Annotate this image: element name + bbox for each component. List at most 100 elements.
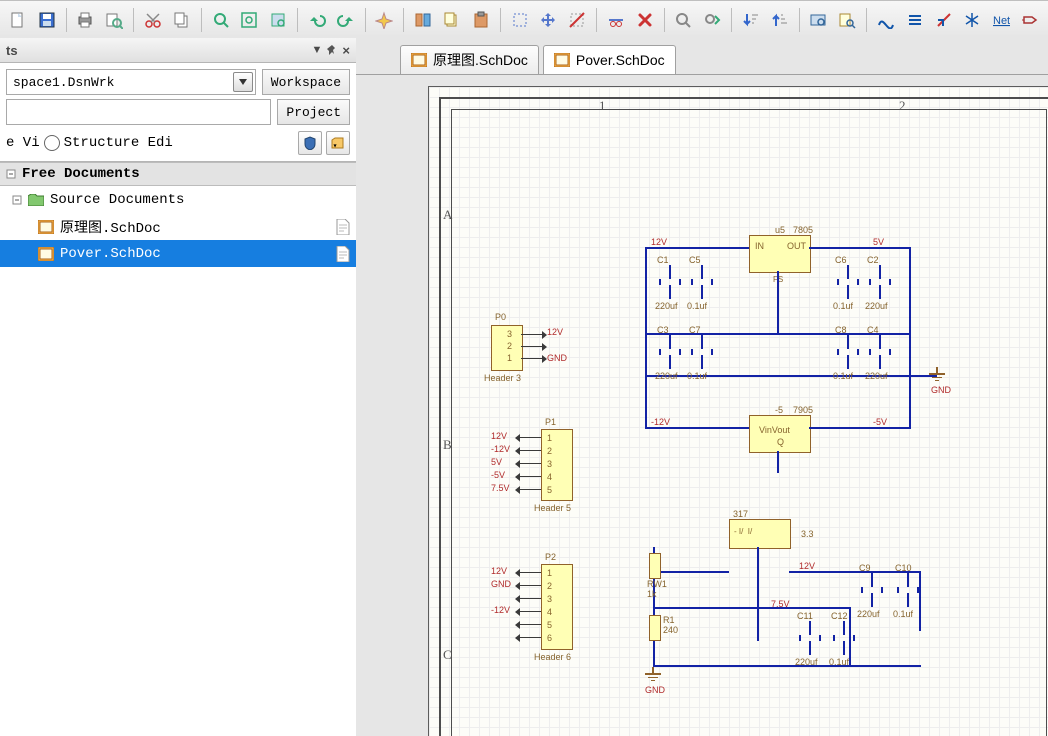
header6 <box>541 564 573 650</box>
part-val: 220uf <box>655 371 678 381</box>
capacitor <box>833 635 855 641</box>
net-label: 7.5V <box>771 599 790 609</box>
reg-7805 <box>749 235 811 273</box>
project-tree: Free Documents Source Documents 原理图.SchD… <box>0 162 356 736</box>
ref: C8 <box>835 325 847 335</box>
wire-icon[interactable] <box>872 6 900 34</box>
pin-num: 3 <box>507 329 512 339</box>
preview-icon[interactable] <box>100 6 128 34</box>
find-next-icon[interactable] <box>698 6 726 34</box>
cut-wire-icon[interactable] <box>602 6 630 34</box>
net-label: 5V <box>491 457 502 467</box>
save-icon[interactable] <box>33 6 61 34</box>
cross-probe-icon[interactable] <box>371 6 399 34</box>
pin-num: 3 <box>547 459 552 469</box>
project-combo[interactable] <box>6 99 271 125</box>
schdoc-icon <box>411 53 427 67</box>
view-label-b: Structure Edi <box>64 135 173 151</box>
part-val: 220uf <box>857 609 880 619</box>
ref: C3 <box>657 325 669 335</box>
row-label: A <box>443 207 452 223</box>
col-label: 2 <box>899 98 906 114</box>
capacitor <box>837 349 859 355</box>
zoom-area-icon[interactable] <box>207 6 235 34</box>
tree-folder[interactable]: Source Documents <box>0 186 356 213</box>
capacitor <box>897 587 919 593</box>
document-tab[interactable]: 原理图.SchDoc <box>400 45 539 74</box>
pin-num: 2 <box>547 581 552 591</box>
ref: u5 <box>775 225 785 235</box>
part-name: Header 5 <box>534 503 571 513</box>
search-sch-icon[interactable] <box>833 6 861 34</box>
panel-menu-icon[interactable]: ▼ <box>312 44 323 56</box>
panel-title-text: ts <box>6 43 18 58</box>
document-tab[interactable]: Pover.SchDoc <box>543 45 676 74</box>
cut-icon[interactable] <box>139 6 167 34</box>
capacitor <box>869 349 891 355</box>
library-icon[interactable] <box>409 6 437 34</box>
ref: P1 <box>545 417 556 427</box>
capacitor <box>691 279 713 285</box>
tree-item[interactable]: 原理图.SchDoc <box>0 213 356 240</box>
net-label: 7.5V <box>491 483 510 493</box>
pin-num: 2 <box>547 446 552 456</box>
capacitor <box>659 279 681 285</box>
part-name: Header 3 <box>484 373 521 383</box>
panel-action-2-icon[interactable]: ▾ <box>326 131 350 155</box>
move-icon[interactable] <box>534 6 562 34</box>
part-val: 220uf <box>865 371 888 381</box>
res-rw1 <box>649 553 661 579</box>
pin-num: 2 <box>507 341 512 351</box>
project-button[interactable]: Project <box>277 99 350 125</box>
panel-pin-icon[interactable] <box>326 44 338 56</box>
tree-group[interactable]: Free Documents <box>0 162 356 186</box>
schdoc-icon <box>38 220 54 234</box>
pin-label: IN <box>755 241 764 251</box>
workspace-combo[interactable]: space1.DsnWrk <box>6 69 256 95</box>
find-icon[interactable] <box>669 6 697 34</box>
tree-item[interactable]: Pover.SchDoc <box>0 240 356 267</box>
select-rect-icon[interactable] <box>506 6 534 34</box>
redo-icon[interactable] <box>332 6 360 34</box>
res-r1 <box>649 615 661 641</box>
capacitor <box>659 349 681 355</box>
capacitor <box>869 279 891 285</box>
sort-down-icon[interactable] <box>737 6 765 34</box>
bus-icon[interactable] <box>901 6 929 34</box>
sheet-frame: A B C 1 2 P0 3 2 1 12V GND Header 3 P1 1… <box>428 86 1048 736</box>
row-label: B <box>443 437 452 453</box>
projects-panel: ts ▼ × space1.DsnWrk Workspace Project e… <box>0 38 357 736</box>
harness-icon[interactable] <box>958 6 986 34</box>
deselect-icon[interactable] <box>563 6 591 34</box>
browse-icon[interactable] <box>805 6 833 34</box>
net-label: 12V <box>799 561 815 571</box>
tab-label: Pover.SchDoc <box>576 52 665 68</box>
panel-action-1-icon[interactable] <box>298 131 322 155</box>
copy-icon[interactable] <box>168 6 196 34</box>
part-val: 0.1uf <box>833 371 853 381</box>
schematic-canvas[interactable]: A B C 1 2 P0 3 2 1 12V GND Header 3 P1 1… <box>428 86 1048 736</box>
port-icon[interactable] <box>1016 6 1044 34</box>
net-label: GND <box>931 385 951 395</box>
delete-icon[interactable] <box>631 6 659 34</box>
bus-entry-icon[interactable] <box>930 6 958 34</box>
zoom-fit-icon[interactable] <box>235 6 263 34</box>
print-icon[interactable] <box>72 6 100 34</box>
netlabel-icon[interactable]: Net <box>987 6 1015 34</box>
reg-7905 <box>749 415 811 453</box>
panel-close-icon[interactable]: × <box>342 43 350 58</box>
pin-num: 5 <box>547 485 552 495</box>
chevron-down-icon[interactable] <box>233 72 253 92</box>
capacitor <box>691 349 713 355</box>
sort-up-icon[interactable] <box>766 6 794 34</box>
new-icon[interactable] <box>4 6 32 34</box>
zoom-selected-icon[interactable] <box>264 6 292 34</box>
workspace-name: space1.DsnWrk <box>13 75 114 90</box>
workspace-button[interactable]: Workspace <box>262 69 350 95</box>
paste-doc-icon[interactable] <box>467 6 495 34</box>
part-val: 0.1uf <box>833 301 853 311</box>
copy-doc-icon[interactable] <box>438 6 466 34</box>
structure-radio[interactable] <box>44 135 60 151</box>
part-val: 220uf <box>865 301 888 311</box>
undo-icon[interactable] <box>303 6 331 34</box>
